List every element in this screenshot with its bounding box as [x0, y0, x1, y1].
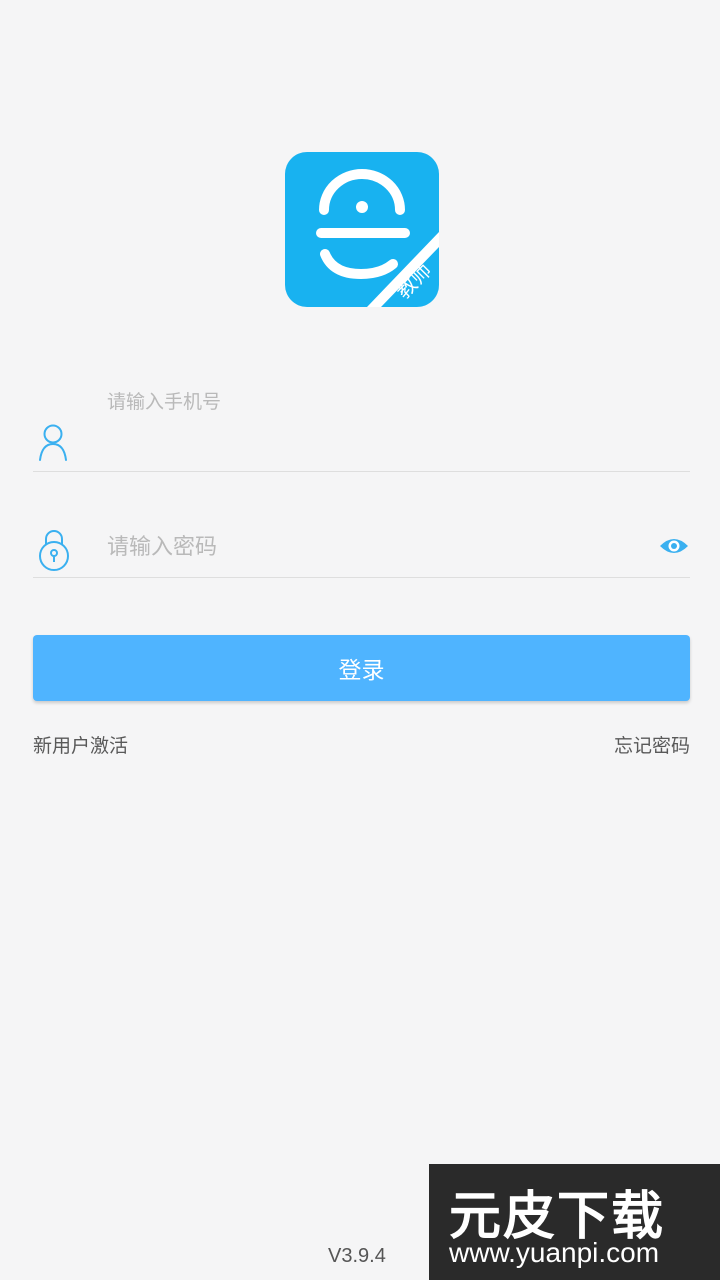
eye-icon[interactable]: [658, 534, 690, 562]
phone-field: [33, 376, 690, 472]
forgot-password-link[interactable]: 忘记密码: [614, 731, 690, 758]
logo-mark: 教师: [316, 169, 439, 307]
lock-icon: [37, 527, 71, 575]
password-input[interactable]: [107, 530, 627, 564]
login-button[interactable]: 登录: [33, 635, 690, 701]
version-label: V3.9.4: [328, 1245, 386, 1267]
user-icon: [37, 423, 69, 467]
password-field: [33, 506, 690, 578]
watermark-url: www.yuanpi.com: [449, 1237, 660, 1268]
app-logo: 教师: [285, 152, 439, 307]
watermark: 元皮下载 www.yuanpi.com: [429, 1164, 720, 1280]
activate-account-link[interactable]: 新用户激活: [33, 731, 128, 758]
phone-input[interactable]: [107, 388, 667, 416]
